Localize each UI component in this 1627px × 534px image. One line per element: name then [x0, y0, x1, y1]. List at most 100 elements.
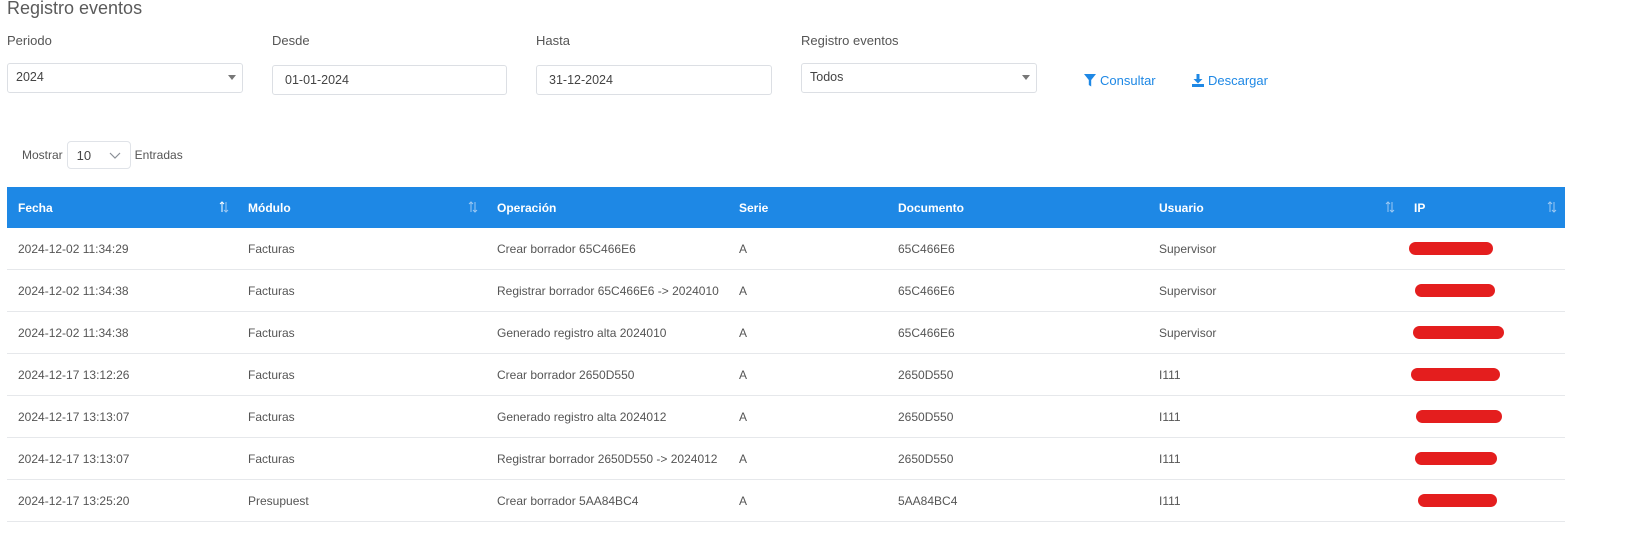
cell-ip [1403, 228, 1565, 270]
table-row[interactable]: 2024-12-17 13:25:20 Presupuest Crear bor… [7, 479, 1565, 522]
cell-ip [1403, 437, 1565, 480]
cell-ip [1403, 479, 1565, 522]
cell-operacion: Registrar borrador 2650D550 -> 2024012 [486, 437, 728, 480]
column-header-label: Usuario [1159, 200, 1204, 215]
cell-usuario: Supervisor [1148, 228, 1403, 270]
cell-fecha: 2024-12-02 11:34:29 [7, 228, 237, 270]
cell-fecha: 2024-12-17 13:13:07 [7, 437, 237, 480]
registro-eventos-select[interactable]: Todos [801, 63, 1037, 93]
cell-ip [1403, 311, 1565, 354]
cell-usuario: I111 [1148, 437, 1403, 480]
periodo-label: Periodo [7, 33, 52, 48]
page-title: Registro eventos [7, 0, 143, 18]
desde-input[interactable]: 01-01-2024 [272, 65, 507, 95]
column-header-label: Serie [739, 200, 769, 215]
entradas-label: Entradas [134, 148, 183, 162]
chevron-down-icon [109, 152, 121, 159]
redaction-mark [1411, 368, 1500, 381]
column-header-modulo[interactable]: Módulo [237, 187, 486, 228]
sort-icon [1547, 201, 1557, 213]
cell-operacion: Generado registro alta 2024012 [486, 395, 728, 438]
cell-serie: A [728, 437, 887, 480]
column-header-label: Fecha [18, 200, 53, 215]
cell-documento: 2650D550 [887, 437, 1148, 480]
cell-serie: A [728, 269, 887, 312]
periodo-select[interactable]: 2024 [7, 63, 243, 93]
table-row[interactable]: 2024-12-17 13:13:07 Facturas Generado re… [7, 395, 1565, 438]
descargar-label: Descargar [1208, 73, 1268, 88]
redaction-mark [1418, 494, 1497, 507]
sort-icon [1385, 201, 1395, 213]
cell-modulo: Presupuest [237, 479, 486, 522]
events-table: Fecha Módulo Operación Serie Documento U… [7, 187, 1565, 522]
column-header-label: Operación [497, 200, 557, 215]
cell-documento: 2650D550 [887, 353, 1148, 396]
redaction-mark [1415, 284, 1495, 297]
desde-value: 01-01-2024 [285, 73, 349, 87]
column-header-documento: Documento [887, 187, 1148, 228]
cell-documento: 65C466E6 [887, 228, 1148, 270]
table-row[interactable]: 2024-12-02 11:34:29 Facturas Crear borra… [7, 228, 1565, 270]
mostrar-label: Mostrar [22, 148, 63, 162]
entries-value: 10 [76, 148, 92, 163]
cell-ip [1403, 269, 1565, 312]
registro-eventos-value: Todos [810, 70, 844, 84]
column-header-label: Documento [898, 200, 964, 215]
cell-operacion: Crear borrador 5AA84BC4 [486, 479, 728, 522]
hasta-label: Hasta [536, 33, 570, 48]
sort-icon [468, 201, 478, 213]
cell-modulo: Facturas [237, 353, 486, 396]
sort-icon [219, 201, 229, 213]
cell-documento: 65C466E6 [887, 269, 1148, 312]
hasta-input[interactable]: 31-12-2024 [536, 65, 772, 95]
table-row[interactable]: 2024-12-17 13:12:26 Facturas Crear borra… [7, 353, 1565, 396]
cell-documento: 5AA84BC4 [887, 479, 1148, 522]
cell-modulo: Facturas [237, 311, 486, 354]
entries-select[interactable]: 10 [66, 141, 131, 169]
cell-serie: A [728, 479, 887, 522]
cell-operacion: Crear borrador 65C466E6 [486, 228, 728, 270]
cell-fecha: 2024-12-17 13:12:26 [7, 353, 237, 396]
redaction-mark [1415, 452, 1497, 465]
cell-modulo: Facturas [237, 269, 486, 312]
column-header-serie: Serie [728, 187, 887, 228]
caret-down-icon [1022, 75, 1030, 80]
cell-serie: A [728, 353, 887, 396]
redaction-mark [1413, 326, 1504, 339]
consultar-button[interactable]: Consultar [1084, 73, 1156, 88]
redaction-mark [1409, 242, 1493, 255]
column-header-label: Módulo [248, 200, 291, 215]
cell-fecha: 2024-12-02 11:34:38 [7, 311, 237, 354]
cell-serie: A [728, 395, 887, 438]
table-row[interactable]: 2024-12-02 11:34:38 Facturas Generado re… [7, 311, 1565, 354]
cell-usuario: I111 [1148, 395, 1403, 438]
cell-serie: A [728, 311, 887, 354]
hasta-value: 31-12-2024 [549, 73, 613, 87]
consultar-label: Consultar [1100, 73, 1156, 88]
cell-fecha: 2024-12-17 13:13:07 [7, 395, 237, 438]
cell-modulo: Facturas [237, 395, 486, 438]
filter-icon [1084, 74, 1096, 87]
cell-fecha: 2024-12-17 13:25:20 [7, 479, 237, 522]
cell-ip [1403, 353, 1565, 396]
cell-operacion: Generado registro alta 2024010 [486, 311, 728, 354]
cell-modulo: Facturas [237, 437, 486, 480]
column-header-fecha[interactable]: Fecha [7, 187, 237, 228]
periodo-value: 2024 [16, 70, 44, 84]
length-menu: Mostrar 10 Entradas [22, 141, 183, 169]
table-row[interactable]: 2024-12-17 13:13:07 Facturas Registrar b… [7, 437, 1565, 480]
registro-eventos-label: Registro eventos [801, 33, 899, 48]
column-header-label: IP [1414, 200, 1426, 215]
column-header-usuario[interactable]: Usuario [1148, 187, 1403, 228]
cell-documento: 2650D550 [887, 395, 1148, 438]
column-header-operacion: Operación [486, 187, 728, 228]
cell-usuario: I111 [1148, 353, 1403, 396]
descargar-button[interactable]: Descargar [1192, 73, 1268, 88]
column-header-ip[interactable]: IP [1403, 187, 1565, 228]
cell-usuario: Supervisor [1148, 269, 1403, 312]
table-header-row: Fecha Módulo Operación Serie Documento U… [7, 187, 1565, 228]
cell-modulo: Facturas [237, 228, 486, 270]
desde-label: Desde [272, 33, 310, 48]
cell-usuario: I111 [1148, 479, 1403, 522]
table-row[interactable]: 2024-12-02 11:34:38 Facturas Registrar b… [7, 269, 1565, 312]
